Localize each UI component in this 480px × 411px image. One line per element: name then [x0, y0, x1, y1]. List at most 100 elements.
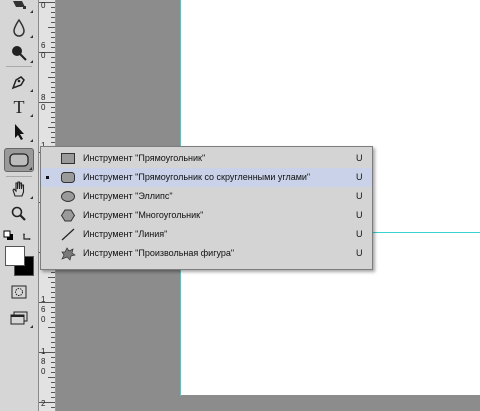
menu-item-label: Инструмент "Произвольная фигура" — [83, 248, 235, 258]
ruler-tick — [51, 122, 55, 123]
polygon-icon — [60, 208, 76, 223]
menu-item-label: Инструмент "Многоугольник" — [83, 210, 204, 220]
ruler-tick — [51, 407, 55, 408]
tools-panel: T — [0, 0, 39, 411]
ruler-tick — [51, 32, 55, 33]
ruler-tick — [48, 327, 55, 328]
pasteboard-bottom — [56, 396, 480, 411]
menu-item-label: Инструмент "Линия" — [83, 229, 168, 239]
ruler-tick — [51, 112, 55, 113]
menu-item-line-tool[interactable]: Инструмент "Линия" U — [41, 225, 372, 244]
ruler-tick — [51, 307, 55, 308]
ruler-tick — [51, 12, 55, 13]
ruler-tick — [51, 392, 55, 393]
default-colors-icon — [3, 229, 15, 246]
hand-tool-button[interactable] — [4, 178, 34, 200]
quick-mask-button[interactable] — [4, 281, 34, 303]
ruler-tick — [51, 287, 55, 288]
menu-item-shortcut: U — [356, 248, 363, 258]
ruler-tick — [51, 37, 55, 38]
blur-tool-button[interactable] — [4, 17, 34, 39]
path-selection-tool-button[interactable] — [4, 121, 34, 143]
ruler-label: 8 — [41, 357, 46, 366]
menu-item-polygon-tool[interactable]: Инструмент "Многоугольник" U — [41, 206, 372, 225]
ruler-label: 8 — [41, 93, 46, 102]
rectangle-icon — [60, 151, 76, 166]
ruler-tick — [51, 62, 55, 63]
menu-item-shortcut: U — [356, 210, 363, 220]
ruler-tick — [48, 77, 55, 78]
blur-drop-icon — [12, 19, 26, 37]
ruler-tick — [51, 22, 55, 23]
arrow-cursor-icon — [12, 123, 26, 141]
menu-item-shortcut: U — [356, 172, 363, 182]
ruler-tick — [51, 312, 55, 313]
default-colors-button[interactable] — [3, 229, 15, 247]
ruler-label: 0 — [41, 51, 46, 60]
ruler-label: 6 — [41, 305, 46, 314]
ruler-tick — [51, 347, 55, 348]
ruler-label: 0 — [41, 315, 46, 324]
ruler-tick — [51, 372, 55, 373]
ruler-tick — [48, 27, 55, 28]
ruler-tick — [51, 297, 55, 298]
ruler-tick — [51, 82, 55, 83]
zoom-tool-button[interactable] — [4, 203, 34, 225]
menu-item-label: Инструмент "Прямоугольник" — [83, 153, 206, 163]
menu-item-rounded-rectangle-tool[interactable]: Инструмент "Прямоугольник со скругленным… — [41, 168, 372, 187]
horizontal-guide[interactable] — [372, 232, 480, 233]
swap-colors-button[interactable] — [22, 229, 34, 247]
swap-arrow-icon — [22, 229, 34, 246]
menu-item-custom-shape-tool[interactable]: Инструмент "Произвольная фигура" U — [41, 244, 372, 263]
ruler-tick — [51, 132, 55, 133]
ruler-tick — [51, 367, 55, 368]
ruler-tick — [51, 292, 55, 293]
ruler-tick — [48, 127, 55, 128]
eraser-tool-button[interactable] — [4, 0, 34, 14]
ruler-tick — [51, 92, 55, 93]
shape-tool-flyout-menu: Инструмент "Прямоугольник" U Инструмент … — [40, 146, 373, 270]
custom-shape-icon — [60, 246, 76, 261]
menu-item-ellipse-tool[interactable]: Инструмент "Эллипс" U — [41, 187, 372, 206]
ruler-tick — [51, 47, 55, 48]
ruler-tick — [51, 7, 55, 8]
ruler-tick — [51, 317, 55, 318]
eraser-icon — [10, 1, 28, 13]
ruler-tick — [51, 342, 55, 343]
foreground-color-swatch[interactable] — [5, 246, 25, 266]
dodge-tool-button[interactable] — [4, 42, 34, 64]
magnifier-icon — [10, 205, 28, 223]
ruler-label: 0 — [41, 103, 46, 112]
ruler-tick — [51, 137, 55, 138]
menu-item-shortcut: U — [356, 153, 363, 163]
ruler-tick — [51, 282, 55, 283]
ruler-tick — [51, 362, 55, 363]
ruler-tick — [51, 87, 55, 88]
menu-item-label: Инструмент "Прямоугольник со скругленным… — [83, 172, 311, 182]
ruler-tick — [51, 322, 55, 323]
ruler-tick — [51, 57, 55, 58]
ruler-tick — [48, 277, 55, 278]
ellipse-icon — [60, 189, 76, 204]
current-tool-bullet — [46, 176, 49, 179]
ruler-tick — [51, 332, 55, 333]
shape-tool-button[interactable] — [4, 148, 34, 172]
ruler-tick — [51, 42, 55, 43]
ruler-tick — [51, 117, 55, 118]
hand-icon — [10, 180, 28, 198]
ruler-tick — [51, 17, 55, 18]
menu-item-rectangle-tool[interactable]: Инструмент "Прямоугольник" U — [41, 149, 372, 168]
ruler-label: 1 — [41, 347, 46, 356]
quick-mask-icon — [11, 285, 27, 299]
menu-item-shortcut: U — [356, 191, 363, 201]
menu-item-shortcut: U — [356, 229, 363, 239]
rounded-rectangle-icon — [9, 153, 29, 167]
screen-mode-button[interactable] — [4, 307, 34, 329]
ruler-tick — [48, 377, 55, 378]
rounded-rectangle-icon — [60, 170, 76, 185]
type-tool-button[interactable]: T — [4, 96, 34, 118]
ruler-tick — [51, 387, 55, 388]
menu-item-label: Инструмент "Эллипс" — [83, 191, 173, 201]
pen-tool-button[interactable] — [4, 71, 34, 93]
ruler-tick — [51, 142, 55, 143]
